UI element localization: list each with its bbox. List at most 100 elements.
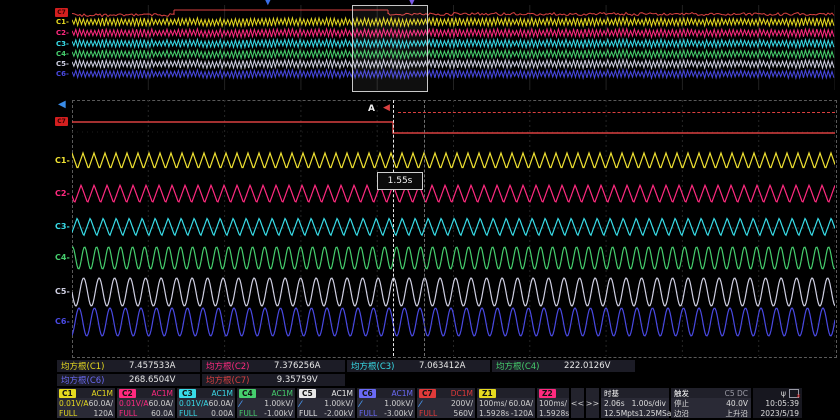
channel-box-C2[interactable]: C2AC1M0.01V/A60.0A/FULL60.0A xyxy=(117,388,175,418)
probe-slash-icon: / xyxy=(417,399,423,408)
measurement-value: 7.063412A xyxy=(394,361,490,371)
measurement-row-2: 均方根(C6)268.6504V均方根(C7)9.35759V xyxy=(57,374,345,386)
timebase-delay: 2.06s xyxy=(604,399,625,408)
channel-coupling: DC1M xyxy=(451,389,473,398)
clock-time: 10:05:39 xyxy=(753,398,802,408)
overview-trace-C4 xyxy=(72,50,834,58)
channel-box-C1[interactable]: C1AC1M0.01V/A60.0A/FULL120A xyxy=(57,388,115,418)
zoom-waveform-plot xyxy=(72,100,835,356)
channel-coupling: AC1M xyxy=(392,389,413,398)
zoom-label-C3[interactable]: C3- xyxy=(55,222,70,231)
zoom-label-C4[interactable]: C4- xyxy=(55,253,70,262)
overview-label-C6: C6- xyxy=(56,70,69,78)
c7-position-marker-overview[interactable]: C7 xyxy=(55,8,68,17)
measurement-value: 7.457533A xyxy=(104,361,200,371)
cursor-a-line[interactable] xyxy=(393,100,394,356)
channel-badge-C1: C1 xyxy=(59,389,76,398)
channel-badge-C5: C5 xyxy=(299,389,316,398)
measurement-label: 均方根(C2) xyxy=(202,360,249,372)
measurement-label: 均方根(C6) xyxy=(57,374,104,386)
cursor-a-arrow-icon: ◀ xyxy=(383,103,390,113)
zoom-label-C5[interactable]: C5- xyxy=(55,287,70,296)
measurement-cell-C7[interactable]: 均方根(C7)9.35759V xyxy=(202,374,345,386)
trigger-type: 边沿 xyxy=(674,408,689,419)
channel-badge-C6: C6 xyxy=(359,389,376,398)
timebase-title: 时基 xyxy=(604,388,619,399)
status-clock-box[interactable]: ψ 10:05:39 2023/5/19 xyxy=(753,388,802,418)
c7-previous-level-dashed-line xyxy=(398,112,835,113)
zoom-label-C6[interactable]: C6- xyxy=(55,317,70,326)
overview-trace-C5 xyxy=(72,60,834,68)
probe-slash-icon: / xyxy=(237,399,243,408)
measurement-cell-C4[interactable]: 均方根(C4)222.0126V xyxy=(492,360,635,372)
overview-label-C5: C5- xyxy=(56,60,69,68)
overview-label-C1: C1- xyxy=(56,18,69,26)
oscilloscope-screen: C1-C2-C3-C4-C5-C6- C7 ▼ ▼ C1-C2-C3-C4-C5… xyxy=(0,0,840,420)
overview-trace-C3 xyxy=(72,39,834,47)
timebase-box[interactable]: 时基 2.06s 1.00s/div 12.5Mpts 1.25MSa/s xyxy=(601,388,669,418)
zoom-badge-Z1: Z1 xyxy=(479,389,496,398)
overview-trace-C7-seg2 xyxy=(388,13,834,16)
measurement-row-1: 均方根(C1)7.457533A均方根(C2)7.376256A均方根(C3)7… xyxy=(57,360,635,372)
channel-badge-C4: C4 xyxy=(239,389,256,398)
zoom-trace-box-Z1[interactable]: Z1100ms/60.0A/1.5928s-120A xyxy=(477,388,535,418)
overview-trace-C1 xyxy=(72,18,834,26)
measurement-label: 均方根(C4) xyxy=(492,360,539,372)
measurement-cell-C2[interactable]: 均方根(C2)7.376256A xyxy=(202,360,345,372)
channel-coupling: AC1M xyxy=(92,389,113,398)
trigger-source: C5 DC xyxy=(725,389,748,398)
cursor-time-readout: 1.55s xyxy=(377,172,423,190)
probe-slash-icon: / xyxy=(357,399,363,408)
trigger-box[interactable]: 触发 C5 DC 停止 40.0V 边沿 上升沿 xyxy=(671,388,751,418)
measurement-cell-C3[interactable]: 均方根(C3)7.063412A xyxy=(347,360,490,372)
trigger-slope: 上升沿 xyxy=(726,408,749,419)
channel-badge-C3: C3 xyxy=(179,389,196,398)
zoom-badge-Z2: Z2 xyxy=(539,389,556,398)
measurement-value: 268.6504V xyxy=(104,375,200,385)
channel-box-C4[interactable]: C4AC1M/1.00kV/FULL-1.00kV xyxy=(237,388,295,418)
timebase-memory-depth: 12.5Mpts xyxy=(604,409,639,418)
measurement-label: 均方根(C3) xyxy=(347,360,394,372)
zoom-trace-C2 xyxy=(72,185,835,202)
zoom-label-C2[interactable]: C2- xyxy=(55,189,70,198)
zoom-window-selector[interactable] xyxy=(352,5,428,92)
channel-badge-C7: C7 xyxy=(419,389,436,398)
measurement-label: 均方根(C1) xyxy=(57,360,104,372)
zoom-position-arrow-icon[interactable]: ◀ xyxy=(58,99,66,110)
measurement-cell-C1[interactable]: 均方根(C1)7.457533A xyxy=(57,360,200,372)
channel-box-C5[interactable]: C5AC1M/1.00kV/FULL-2.00kV xyxy=(297,388,355,418)
channel-badge-C2: C2 xyxy=(119,389,136,398)
c7-position-marker-zoom[interactable]: C7 xyxy=(55,117,68,126)
measurement-value: 222.0126V xyxy=(539,361,635,371)
scroll-right-button[interactable]: >> xyxy=(586,388,599,418)
overview-waveform-plot xyxy=(72,5,835,90)
scroll-left-button[interactable]: << xyxy=(571,388,584,418)
channel-box-C6[interactable]: C6AC1M/1.00kV/FULL-3.00kV xyxy=(357,388,415,418)
overview-trace-C7-seg0 xyxy=(72,14,174,17)
probe-slash-icon: / xyxy=(297,399,303,408)
measurement-label: 均方根(C7) xyxy=(202,374,249,386)
overview-label-C4: C4- xyxy=(56,50,69,58)
channel-coupling: AC1M xyxy=(152,389,173,398)
measurement-value: 9.35759V xyxy=(249,375,345,385)
lan-error-icon xyxy=(789,389,799,398)
timebase-scale: 1.00s/div xyxy=(632,399,666,408)
clock-date: 2023/5/19 xyxy=(753,408,802,418)
channel-descriptor-bar: C1AC1M0.01V/A60.0A/FULL120AC2AC1M0.01V/A… xyxy=(57,388,802,418)
channel-coupling: AC1M xyxy=(332,389,353,398)
channel-coupling: AC1M xyxy=(212,389,233,398)
trigger-position-line xyxy=(424,100,425,356)
measurement-value: 7.376256A xyxy=(249,361,345,371)
trigger-level: 40.0V xyxy=(726,399,748,408)
measurement-cell-C6[interactable]: 均方根(C6)268.6504V xyxy=(57,374,200,386)
cursor-a-label: A xyxy=(368,104,375,114)
channel-box-C7[interactable]: C7DC1M/200V/FULL560V xyxy=(417,388,475,418)
usb-icon: ψ xyxy=(781,389,786,398)
channel-box-C3[interactable]: C3AC1M0.01V/A60.0A/FULL0.00A xyxy=(177,388,235,418)
overview-trace-C6 xyxy=(72,70,834,78)
zoom-label-C1[interactable]: C1- xyxy=(55,156,70,165)
zoom-trace-box-Z2[interactable]: Z2100ms/1.5928s xyxy=(537,388,569,418)
overview-trace-C2 xyxy=(72,29,834,37)
channel-coupling: AC1M xyxy=(272,389,293,398)
trigger-position-marker-icon[interactable]: ▼ xyxy=(264,0,272,7)
